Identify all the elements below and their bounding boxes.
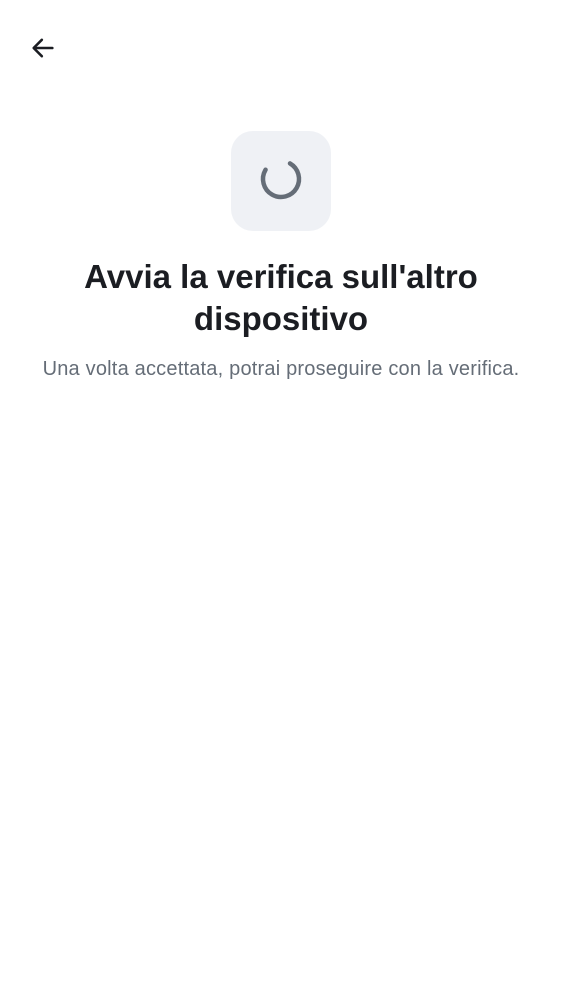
back-button[interactable] [22,29,64,71]
page-title: Avvia la verifica sull'altro dispositivo [84,258,478,337]
loading-indicator [231,131,331,231]
page-subtitle: Una volta accettata, potrai proseguire c… [42,358,520,380]
arrow-left-icon [29,34,57,67]
loading-spinner-icon [256,154,306,209]
